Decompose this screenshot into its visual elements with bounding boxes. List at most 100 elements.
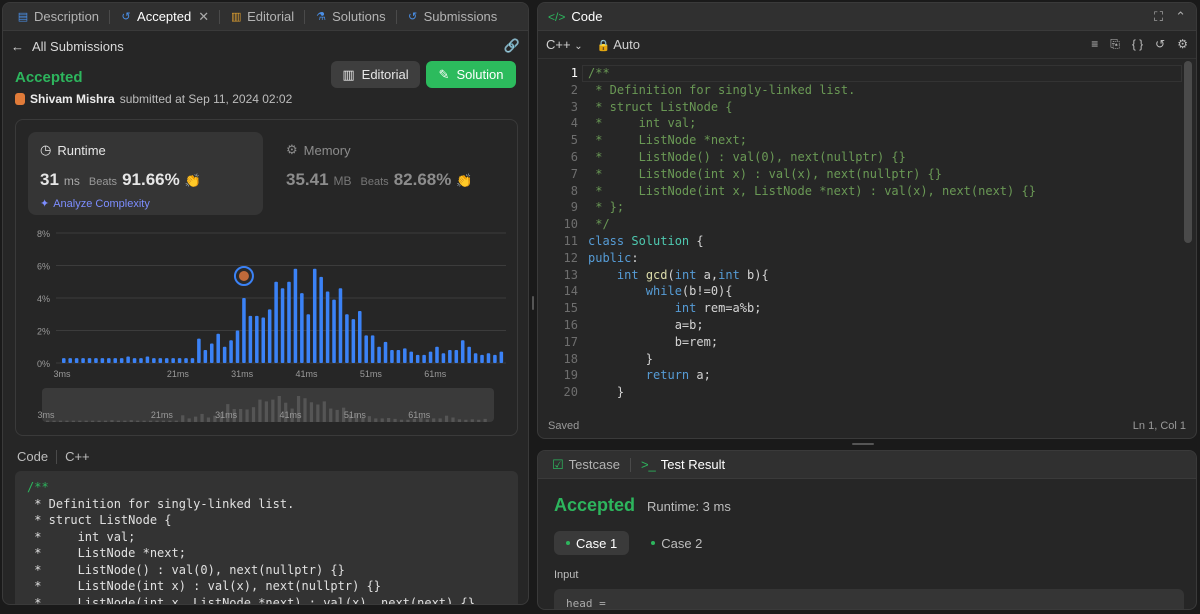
tab-separator — [304, 9, 306, 24]
chart-bar — [280, 288, 285, 363]
minimap-bar — [329, 408, 333, 422]
avatar[interactable] — [15, 93, 25, 105]
chart-bar — [351, 319, 356, 363]
solution-button[interactable]: ✎ Solution — [426, 61, 516, 88]
y-tick-label: 6% — [37, 262, 50, 272]
chart-bar — [454, 350, 459, 363]
line-number: 17 — [563, 334, 578, 349]
submitter-name[interactable]: Shivam Mishra — [30, 92, 115, 106]
code-editor[interactable]: 1 2 3 4 5 6 7 8 9 10 11 12 13 14 15 16 17 18 19 20 /** * De… — [538, 61, 1183, 406]
settings-icon[interactable]: ⚙ — [1177, 37, 1188, 52]
tab-solutions[interactable]: ⚗ Solutions — [309, 6, 391, 28]
minimap-tick-label: 61ms — [408, 410, 431, 420]
tab-test-result[interactable]: >_ Test Result — [635, 454, 731, 476]
terminal-icon: >_ — [640, 457, 656, 472]
input-label: Input — [554, 569, 579, 581]
chart-bar — [132, 358, 137, 363]
chart-bar — [197, 338, 201, 363]
chart-bar — [422, 354, 426, 363]
code-line: * ListNode(int x) : val(x), next(nullptr… — [27, 579, 382, 593]
case-1-tab[interactable]: Case 1 — [554, 531, 630, 555]
bookmark-icon[interactable]: ⎘ — [1110, 37, 1120, 52]
chart-bar — [300, 293, 304, 363]
editor-lines: /** * Definition for singly-linked list.… — [588, 66, 1036, 400]
minimap-bar — [206, 417, 211, 422]
minimap-bar — [148, 420, 153, 422]
vertical-resize-handle[interactable] — [532, 296, 534, 310]
minimap-bar — [187, 418, 191, 422]
minimap-bar — [380, 418, 384, 422]
y-tick-label: 0% — [37, 359, 50, 369]
history-icon: ↺ — [121, 11, 131, 23]
chart-bar — [139, 358, 143, 363]
x-tick-label: 61ms — [424, 369, 447, 379]
editorial-button[interactable]: ▥ Editorial — [331, 61, 420, 88]
chart-bar — [242, 298, 246, 363]
minimap-bar — [136, 420, 140, 422]
language-select[interactable]: C++ ⌄ — [546, 37, 583, 52]
line-number: 5 — [570, 133, 578, 148]
line-number: 12 — [563, 250, 578, 265]
tab-submissions[interactable]: ↺ Submissions — [401, 6, 504, 28]
minimap-tick-label: 21ms — [151, 410, 174, 420]
chevron-up-icon[interactable]: ⌃ — [1175, 9, 1186, 25]
chart-bar — [261, 317, 266, 363]
chart-bar — [119, 358, 124, 363]
tab-testcase[interactable]: ☑ Testcase — [546, 454, 626, 476]
edit-icon: ✎ — [438, 66, 450, 82]
format-icon[interactable]: ≡ — [1091, 37, 1098, 52]
chart-bar — [152, 358, 156, 363]
chart-bar — [216, 333, 220, 363]
chart-bar — [74, 358, 79, 363]
minimap-bar — [239, 409, 243, 422]
chart-bar — [287, 281, 291, 363]
submitted-code: /** * Definition for singly-linked list.… — [15, 471, 518, 604]
braces-icon[interactable]: { } — [1132, 37, 1143, 52]
code-panel-title: Code — [571, 9, 603, 24]
all-submissions-link[interactable]: ← All Submissions — [11, 39, 124, 54]
link-icon[interactable]: 🔗 — [504, 38, 520, 54]
x-tick-label: 51ms — [360, 369, 383, 379]
minimap-bar — [264, 401, 268, 422]
line-number-gutter: 1 2 3 4 5 6 7 8 9 10 11 12 13 14 15 16 17 18 19 20 — [538, 65, 578, 401]
minimap-tick-label: 31ms — [215, 410, 238, 420]
chart-bar — [480, 354, 484, 363]
case-2-tab[interactable]: Case 2 — [639, 531, 714, 555]
reset-icon[interactable]: ↺ — [1155, 37, 1165, 52]
performance-stats: ◷ Runtime 31 ms Beats 91.66% 👏 ✦ Analyze… — [15, 119, 518, 436]
tab-description[interactable]: ▤ Description — [11, 6, 105, 28]
test-result-panel: ☑ Testcase >_ Test Result Accepted Runti… — [537, 450, 1197, 610]
minimap-bar — [309, 402, 314, 422]
code-line: * ListNode() : val(0), next(nullptr) {} — [27, 562, 345, 577]
chart-bar — [441, 353, 446, 363]
chart-bar — [171, 358, 175, 363]
minimap-bar — [316, 404, 320, 422]
chart-bar — [364, 335, 368, 363]
maximize-icon[interactable]: ⛶ — [1154, 9, 1163, 25]
test-status: Accepted — [554, 495, 636, 515]
close-tab-icon[interactable]: ✕ — [198, 9, 209, 25]
chart-bar — [229, 340, 233, 363]
tab-separator — [109, 9, 111, 24]
line-number: 1 — [570, 66, 578, 80]
line-number: 11 — [563, 233, 578, 248]
tab-editorial[interactable]: ▥ Editorial — [224, 6, 300, 28]
code-line: * struct ListNode { — [27, 513, 172, 527]
chart-bar — [235, 330, 240, 363]
runtime-distribution-chart[interactable]: 8%6%4%2%0%3ms 21ms 31ms 41ms 51ms 61ms3ms 21ms… — [16, 120, 519, 437]
submitted-at: submitted at Sep 11, 2024 02:02 — [119, 92, 293, 106]
minimap-bar — [181, 415, 185, 422]
minimap-bar — [155, 420, 159, 422]
save-status: Saved — [548, 420, 580, 432]
auto-mode[interactable]: 🔒 Auto — [597, 37, 640, 52]
chart-bar — [390, 350, 394, 363]
x-tick-label: 21ms — [167, 369, 190, 379]
minimap-bar — [470, 419, 474, 422]
minimap-bar — [483, 418, 487, 422]
tab-accepted[interactable]: ↺ Accepted ✕ — [114, 6, 215, 28]
chart-bar — [248, 315, 253, 363]
horizontal-resize-handle[interactable] — [852, 443, 874, 445]
editor-scrollbar[interactable] — [1184, 61, 1192, 243]
code-panel: </> Code ⛶ ⌃ C++ ⌄ 🔒 Auto ≡ ⎘ { } ↺ ⚙ 12… — [537, 2, 1197, 439]
code-section-label: Code — [17, 449, 49, 464]
